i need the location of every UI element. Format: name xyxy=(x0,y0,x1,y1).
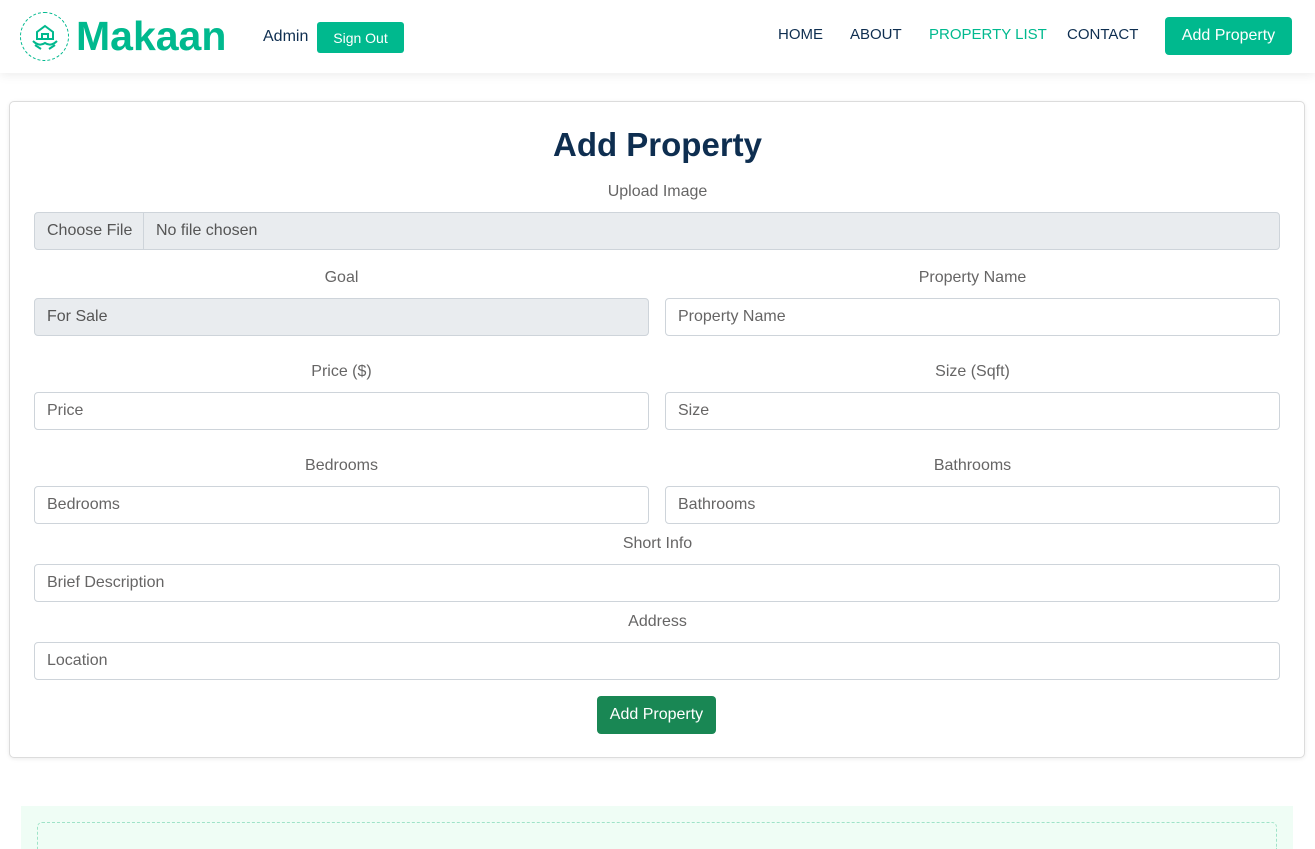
house-hands-icon xyxy=(31,24,58,50)
bedrooms-label: Bedrooms xyxy=(305,457,378,474)
nav-link-home[interactable]: HOME xyxy=(778,26,823,44)
property-name-input[interactable] xyxy=(665,298,1280,336)
short-info-input[interactable] xyxy=(34,564,1280,602)
address-input[interactable] xyxy=(34,642,1280,680)
property-name-label: Property Name xyxy=(918,269,1027,286)
logo-icon[interactable] xyxy=(20,12,69,61)
price-label: Price ($) xyxy=(311,363,372,380)
choose-file-button[interactable]: Choose File xyxy=(35,213,144,249)
nav-link-contact[interactable]: CONTACT xyxy=(1067,26,1138,44)
page-title: Add Property xyxy=(552,126,763,163)
navbar: Makaan Admin Sign Out HOME ABOUT PROPERT… xyxy=(0,0,1315,73)
image-file-input[interactable]: Choose File No file chosen xyxy=(34,212,1280,250)
nav-add-property-button[interactable]: Add Property xyxy=(1165,17,1292,55)
price-input[interactable] xyxy=(34,392,649,430)
size-input[interactable] xyxy=(665,392,1280,430)
address-label: Address xyxy=(628,613,687,630)
bathrooms-label: Bathrooms xyxy=(933,457,1012,474)
bathrooms-input[interactable] xyxy=(665,486,1280,524)
size-label: Size (Sqft) xyxy=(935,363,1010,380)
brand-name[interactable]: Makaan xyxy=(76,10,226,62)
file-status-text: No file chosen xyxy=(156,222,258,239)
submit-add-property-button[interactable]: Add Property xyxy=(597,696,716,734)
nav-link-property-list[interactable]: PROPERTY LIST xyxy=(929,26,1047,44)
nav-link-about[interactable]: ABOUT xyxy=(850,26,902,44)
sign-out-button[interactable]: Sign Out xyxy=(317,22,404,53)
user-label: Admin xyxy=(263,28,309,45)
goal-label: Goal xyxy=(324,269,359,286)
short-info-label: Short Info xyxy=(622,535,693,552)
goal-field[interactable]: For Sale xyxy=(34,298,649,336)
footer-inner-box xyxy=(37,822,1277,849)
upload-image-label: Upload Image xyxy=(607,183,708,200)
bedrooms-input[interactable] xyxy=(34,486,649,524)
